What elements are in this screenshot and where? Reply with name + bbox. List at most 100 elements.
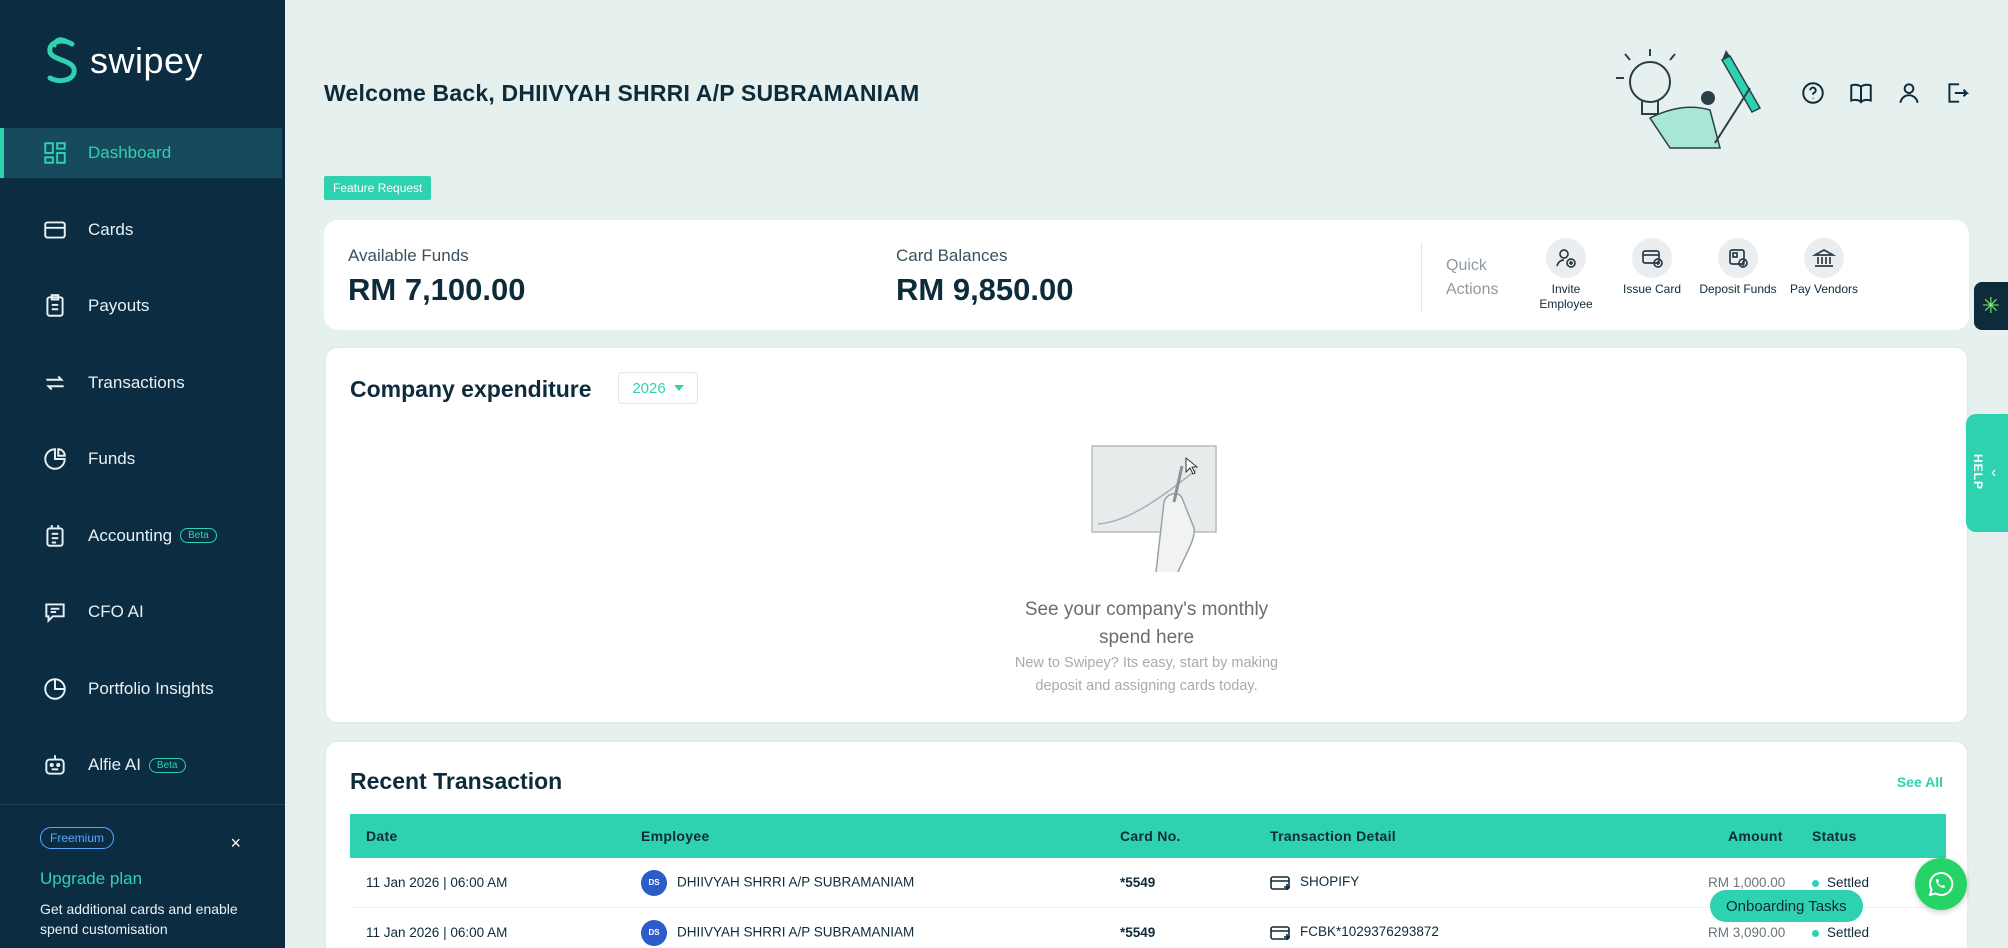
logout-icon[interactable] [1944,80,1970,106]
available-funds-label: Available Funds [348,246,469,265]
row-employee: DS DHIIVYAH SHRRI A/P SUBRAMANIAM [641,869,915,896]
row-detail: FCBK*1029376293872 [1270,924,1439,940]
row-date: 11 Jan 2026 | 06:00 AM [366,925,508,940]
dashboard-icon [42,140,68,166]
user-icon[interactable] [1896,80,1922,106]
sidebar-item-alfie-ai[interactable]: Alfie AI Beta [0,740,285,790]
year-select-value: 2026 [632,379,666,397]
whatsapp-icon [1928,871,1954,897]
chevron-down-icon [673,385,684,391]
row-employee: DS DHIIVYAH SHRRI A/P SUBRAMANIAM [641,919,914,946]
sidebar-item-transactions[interactable]: Transactions [0,358,285,408]
pie-chart-icon [42,446,68,472]
asterisk-widget-button[interactable]: ✳ [1974,282,2008,330]
avatar: DS [641,919,667,946]
clipboard-icon [42,293,68,319]
available-funds: Available Funds RM 7,100.00 [348,246,526,308]
exchange-icon [42,370,68,396]
sidebar-item-label: Transactions [88,372,185,392]
header-illustration [1616,49,1762,149]
row-detail-text: SHOPIFY [1300,874,1360,890]
sidebar-item-label: Funds [88,449,136,468]
row-detail: SHOPIFY [1270,874,1359,890]
year-select[interactable]: 2026 [618,372,698,404]
column-header-transaction-detail[interactable]: Transaction Detail [1270,828,1396,844]
table-row[interactable]: 11 Jan 2026 | 06:00 AM DS DHIIVYAH SHRRI … [350,908,1946,948]
sidebar-item-accounting[interactable]: Accounting Beta [0,511,285,561]
empty-state-description: New to Swipey? Its easy, start by making… [326,652,1967,698]
card-icon [42,217,68,243]
upgrade-description: Get additional cards and enable spend cu… [40,901,238,937]
invite-employee-button[interactable]: Invite Employee [1526,238,1606,312]
upgrade-plan-panel: Freemium × Upgrade plan Get additional c… [0,804,285,948]
empty-chart-illustration [1091,445,1217,573]
beta-badge: Beta [180,528,217,543]
empty-state-description-text: New to Swipey? Its easy, start by making… [1014,655,1279,694]
asterisk-icon: ✳ [1981,293,2001,318]
card-icon [1270,925,1292,941]
column-header-card-no[interactable]: Card No. [1120,828,1181,844]
plan-badge: Freemium [40,827,115,849]
book-icon[interactable] [1848,80,1874,106]
column-header-amount[interactable]: Amount [1728,828,1783,844]
row-card-no: *5549 [1120,875,1156,890]
quick-action-label: Pay Vendors [1789,282,1859,296]
column-header-date[interactable]: Date [366,828,398,844]
sidebar-item-label: Dashboard [88,143,172,162]
sidebar-item-label: Accounting [88,525,173,545]
sidebar-item-payouts[interactable]: Payouts [0,281,285,331]
swipey-logo[interactable]: swipey [42,36,203,86]
card-balances-value: RM 9,850.00 [896,272,1074,307]
deposit-funds-icon [1718,238,1758,278]
sidebar-item-cfo-ai[interactable]: CFO AI [0,587,285,637]
deposit-funds-button[interactable]: Deposit Funds [1698,238,1778,297]
funds-summary-card: Available Funds RM 7,100.00 Card Balance… [324,220,1969,330]
sidebar-item-portfolio-insights[interactable]: Portfolio Insights [0,664,285,714]
sidebar-item-cards[interactable]: Cards [0,205,285,255]
close-icon[interactable]: × [230,833,241,854]
see-all-link[interactable]: See All [1897,774,1943,790]
chat-icon [42,599,68,625]
header-icons [1800,80,1970,106]
row-employee-name: DHIIVYAH SHRRI A/P SUBRAMANIAM [677,874,915,890]
onboarding-tasks-button[interactable]: Onboarding Tasks [1710,890,1863,922]
sidebar-item-label: Alfie AI [88,755,141,774]
row-detail-text: FCBK*1029376293872 [1300,924,1439,940]
whatsapp-button[interactable] [1915,858,1967,910]
status-badge: Settled [1827,875,1870,890]
issue-card-button[interactable]: Issue Card [1612,238,1692,297]
empty-state-title-text: See your company's monthly spend here [1024,599,1269,648]
table-row[interactable]: 11 Jan 2026 | 06:00 AM DS DHIIVYAH SHRRI … [350,858,1946,908]
invite-employee-icon [1546,238,1586,278]
help-tab[interactable]: HELP ‹ [1966,414,2008,532]
page-title: Welcome Back, DHIIVYAH SHRRI A/P SUBRAMA… [324,80,920,106]
upgrade-plan-link[interactable]: Upgrade plan [40,869,245,889]
row-status: Settled [1812,875,1869,890]
card-balances-label: Card Balances [896,246,1008,265]
help-icon[interactable] [1800,80,1826,106]
feature-request-button[interactable]: Feature Request [324,176,432,200]
sidebar-item-funds[interactable]: Funds [0,434,285,484]
quick-action-label: Invite Employee [1539,282,1593,311]
recent-transactions-title: Recent Transaction [350,768,563,794]
sidebar-item-dashboard[interactable]: Dashboard [0,128,282,178]
quick-action-label: Deposit Funds [1699,282,1777,296]
pay-vendors-button[interactable]: Pay Vendors [1784,238,1864,297]
column-header-employee[interactable]: Employee [641,828,710,844]
row-status: Settled [1812,925,1869,940]
status-badge: Settled [1827,925,1870,940]
swipey-logo-icon [47,37,77,84]
insights-icon [42,676,68,702]
divider [1421,242,1422,312]
available-funds-value: RM 7,100.00 [348,272,526,307]
column-header-status[interactable]: Status [1812,828,1857,844]
help-label: HELP [1971,454,1985,491]
sidebar: swipey Dashboard Cards Payouts Transacti… [0,0,285,948]
transactions-table: Date Employee Card No. Transaction Detai… [350,814,1946,948]
avatar: DS [641,869,667,896]
chevron-left-icon: ‹ [1991,464,1997,481]
quick-action-label: Issue Card [1622,282,1682,296]
expenditure-title: Company expenditure [350,376,592,402]
sidebar-item-label: CFO AI [88,602,144,621]
row-date: 11 Jan 2026 | 06:00 AM [366,875,508,890]
